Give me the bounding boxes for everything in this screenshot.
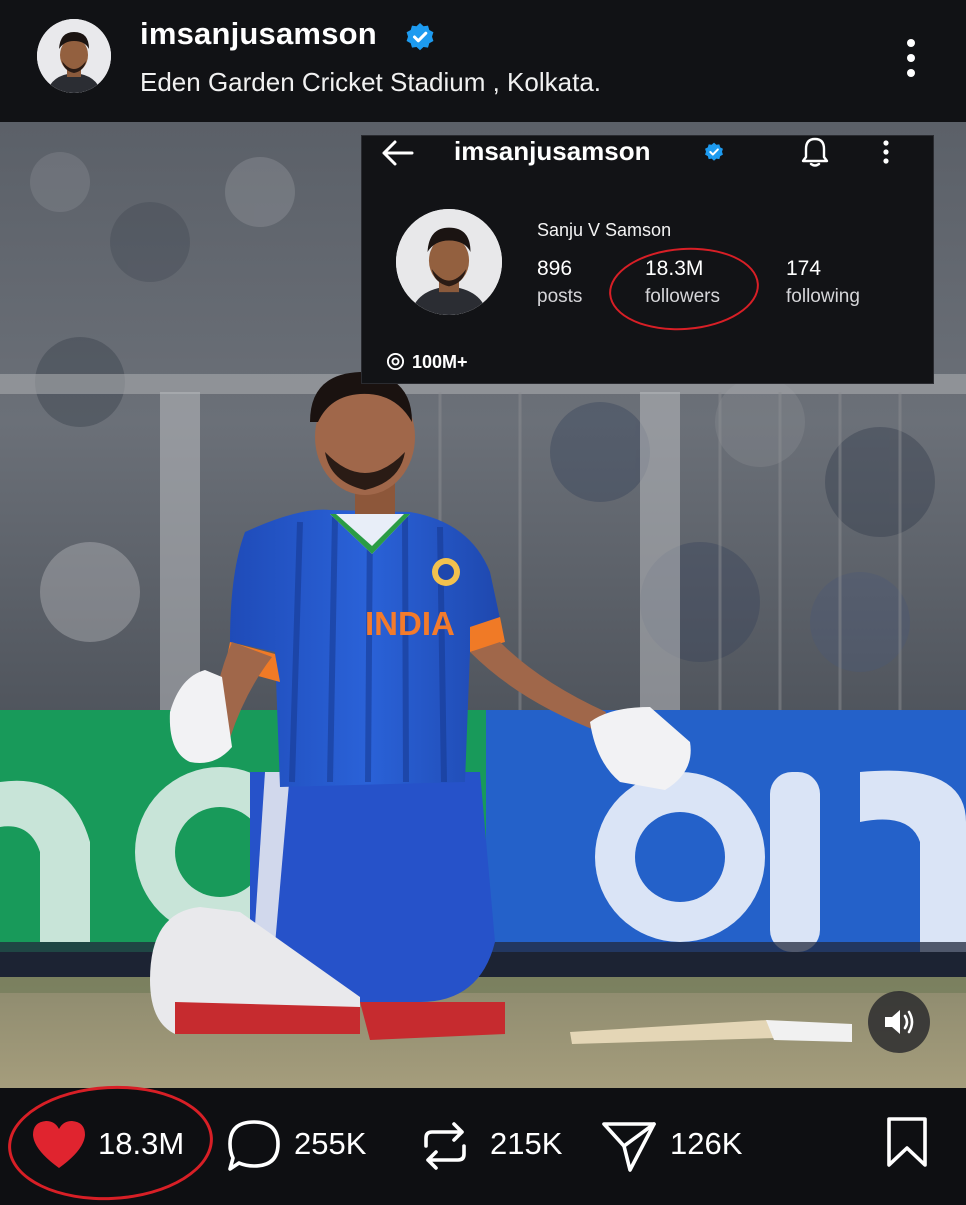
post-username[interactable]: imsanjusamson bbox=[140, 16, 377, 52]
more-vertical-icon[interactable] bbox=[894, 36, 928, 80]
avatar[interactable] bbox=[37, 19, 111, 93]
repost-button[interactable]: 215K bbox=[420, 1088, 580, 1200]
profile-screenshot-inset: imsanjusamson Sanju V Samson 896 posts 1… bbox=[361, 135, 934, 384]
posts-count: 896 bbox=[537, 257, 573, 280]
threads-icon bbox=[386, 352, 405, 371]
followers-annotation-circle bbox=[606, 242, 762, 336]
bookmark-icon bbox=[887, 1117, 927, 1167]
repost-icon bbox=[424, 1122, 466, 1170]
profile-full-name: Sanju V Samson bbox=[537, 220, 672, 240]
jersey-text: INDIA bbox=[365, 605, 455, 642]
share-button[interactable]: 126K bbox=[600, 1088, 760, 1200]
more-vertical-icon bbox=[883, 140, 889, 164]
posts-label: posts bbox=[537, 286, 583, 307]
threads-count: 100M+ bbox=[412, 352, 468, 372]
reposts-count: 215K bbox=[490, 1126, 563, 1161]
comment-icon bbox=[228, 1120, 280, 1171]
verified-badge-icon bbox=[705, 142, 723, 161]
profile-avatar-portrait bbox=[396, 209, 502, 315]
bell-icon bbox=[801, 137, 829, 167]
post-header: imsanjusamson Eden Garden Cricket Stadiu… bbox=[0, 0, 966, 122]
following-label: following bbox=[786, 286, 860, 307]
profile-avatar bbox=[396, 209, 502, 315]
volume-icon bbox=[885, 1010, 914, 1034]
profile-username: imsanjusamson bbox=[454, 136, 651, 166]
comments-count: 255K bbox=[294, 1126, 367, 1161]
shares-count: 126K bbox=[670, 1126, 743, 1161]
comment-button[interactable]: 255K bbox=[224, 1088, 394, 1200]
post-location[interactable]: Eden Garden Cricket Stadium , Kolkata. bbox=[140, 67, 601, 98]
following-count: 174 bbox=[786, 257, 822, 280]
save-button[interactable] bbox=[880, 1088, 940, 1200]
volume-button[interactable] bbox=[868, 991, 930, 1053]
share-icon bbox=[602, 1122, 656, 1172]
back-arrow-icon bbox=[382, 140, 414, 166]
avatar-portrait bbox=[37, 19, 111, 93]
verified-badge-icon bbox=[406, 23, 434, 51]
